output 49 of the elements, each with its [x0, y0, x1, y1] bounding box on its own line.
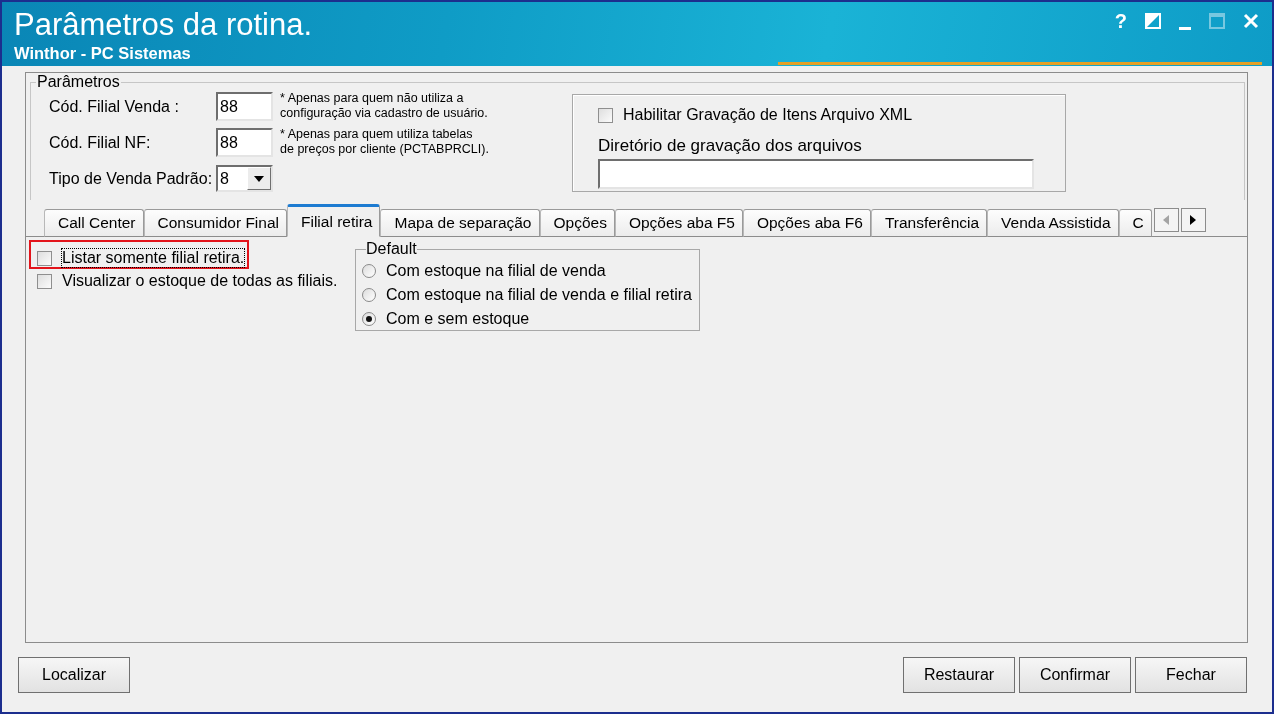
radio-label: Com estoque na filial de venda: [386, 262, 606, 280]
minimize-icon: [1179, 26, 1191, 30]
tab[interactable]: Call Center: [44, 209, 144, 237]
input-field[interactable]: 88: [216, 92, 273, 121]
radio-button[interactable]: [362, 264, 376, 278]
field-note: * Apenas para quem não utiliza a configuração via cadastro de usuário.: [280, 91, 488, 121]
input-field[interactable]: [598, 159, 1034, 189]
checkbox-label: Listar somente filial retira.: [62, 249, 245, 267]
contrast-button[interactable]: [1145, 10, 1161, 32]
tab-scroll-button[interactable]: [1180, 208, 1206, 232]
tab[interactable]: Filial retira: [287, 204, 381, 237]
input-field[interactable]: 88: [216, 128, 273, 157]
group-legend: Default: [366, 241, 417, 257]
tab[interactable]: Transferência: [870, 209, 988, 237]
checkbox[interactable]: [37, 273, 52, 289]
field-label: Cód. Filial NF:: [49, 133, 152, 152]
field-note: * Apenas para quem utiliza tabelas de preços por cliente (PCTABPRCLI).: [280, 127, 489, 157]
action-button[interactable]: Localizar: [18, 657, 130, 693]
dropdown[interactable]: 8: [216, 165, 273, 192]
field-label: Diretório de gravação dos arquivos: [598, 136, 862, 156]
tab[interactable]: Consumidor Final: [143, 209, 287, 237]
radio-label: Com estoque na filial de venda e filial retira: [386, 286, 692, 304]
tab[interactable]: Opções aba F6: [742, 209, 871, 237]
radio-label: Com e sem estoque: [386, 310, 530, 328]
maximize-icon: [1209, 13, 1225, 29]
checkbox[interactable]: [37, 250, 52, 266]
window-subtitle: Winthor - PC Sistemas: [14, 44, 191, 62]
checkbox-label: Habilitar Gravação de Itens Arquivo XML: [623, 106, 913, 124]
window-title: Parâmetros da rotina.: [14, 8, 313, 42]
tab[interactable]: Mapa de separação: [380, 209, 540, 237]
group-legend: Parâmetros: [36, 73, 121, 91]
action-button[interactable]: Confirmar: [1019, 657, 1131, 693]
radio-button[interactable]: [362, 288, 376, 302]
tab[interactable]: Venda Assistida: [987, 209, 1119, 237]
caret-icon: [254, 175, 264, 182]
contrast-icon: [1145, 13, 1161, 29]
action-button[interactable]: Fechar: [1135, 657, 1247, 693]
tab[interactable]: C: [1118, 209, 1152, 237]
tab[interactable]: Opções: [539, 209, 615, 237]
close-icon: [1243, 13, 1259, 29]
right-triangle-icon: [1190, 215, 1197, 225]
field-label: Tipo de Venda Padrão:: [49, 169, 214, 188]
tab[interactable]: Opções aba F5: [614, 209, 743, 237]
left-triangle-icon: [1163, 215, 1170, 225]
checkbox-label: Visualizar o estoque de todas as filiais.: [62, 272, 338, 290]
checkbox[interactable]: [598, 107, 613, 123]
field-label: Cód. Filial Venda :: [49, 97, 180, 116]
radio-button[interactable]: [362, 312, 376, 326]
action-button[interactable]: Restaurar: [903, 657, 1015, 693]
